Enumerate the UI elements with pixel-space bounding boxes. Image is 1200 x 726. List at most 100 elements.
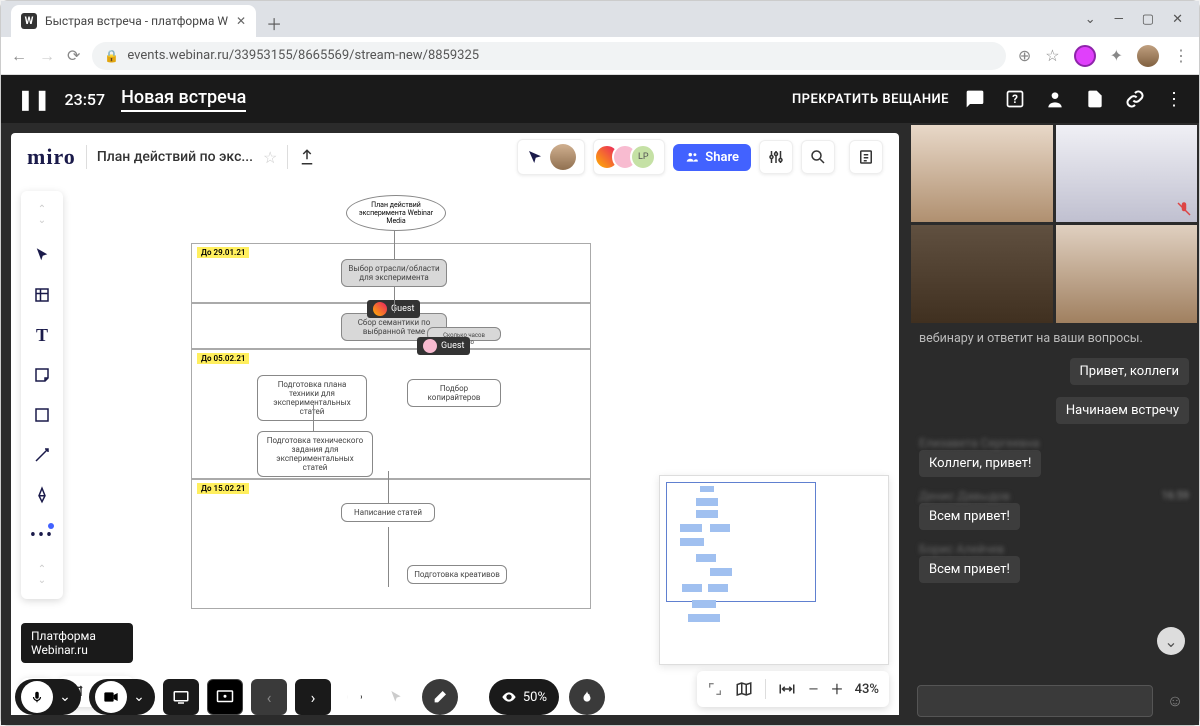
meeting-title[interactable]: Новая встреча bbox=[121, 87, 246, 112]
url-field[interactable]: 🔒 events.webinar.ru/33953155/8665569/str… bbox=[92, 42, 1005, 70]
chat-message: Коллеги, привет! bbox=[919, 450, 1041, 477]
share-button[interactable]: Share bbox=[673, 144, 751, 171]
extensions-puzzle-icon[interactable]: ✦ bbox=[1110, 46, 1123, 65]
collaborators-group[interactable]: LP bbox=[593, 139, 665, 175]
minimize-icon[interactable]: ― bbox=[1114, 12, 1124, 27]
star-icon[interactable]: ☆ bbox=[263, 148, 277, 167]
chat-time: 16:59 bbox=[1162, 489, 1189, 503]
viewers-indicator[interactable]: 50% bbox=[489, 679, 559, 715]
shape-tool-icon[interactable] bbox=[26, 399, 58, 431]
stop-broadcast-button[interactable]: ПРЕКРАТИТЬ ВЕЩАНИЕ bbox=[792, 92, 949, 107]
miro-logo: miro bbox=[27, 144, 76, 170]
board-name[interactable]: План действий по экс... bbox=[97, 149, 253, 165]
tab-close-icon[interactable]: ✕ bbox=[236, 14, 246, 28]
chevron-down-icon[interactable]: ⌄ bbox=[1085, 12, 1096, 27]
sticky-note-icon[interactable] bbox=[26, 359, 58, 391]
more-menu-icon[interactable]: ⋮ bbox=[1165, 89, 1183, 110]
browser-tab[interactable]: W Быстрая встреча - платформа W ✕ bbox=[11, 5, 256, 37]
link-icon[interactable] bbox=[1125, 89, 1145, 109]
cursor-avatar-group[interactable] bbox=[517, 139, 585, 175]
mic-icon[interactable] bbox=[21, 681, 53, 713]
text-tool-icon[interactable]: T bbox=[26, 319, 58, 351]
eye-icon bbox=[501, 689, 517, 705]
flow-node[interactable]: Подготовка технического задания для эксп… bbox=[257, 431, 373, 477]
more-tools-icon[interactable]: ••• bbox=[26, 519, 58, 551]
screen-share-icon[interactable] bbox=[163, 679, 199, 715]
back-icon[interactable]: ← bbox=[11, 46, 27, 66]
map-icon[interactable] bbox=[735, 680, 753, 698]
extension-icon[interactable] bbox=[1074, 45, 1096, 67]
video-tile[interactable] bbox=[911, 225, 1053, 322]
send-tab-icon[interactable]: ⊕ bbox=[1018, 46, 1031, 65]
bookmark-star-icon[interactable]: ☆ bbox=[1045, 46, 1059, 65]
window-controls: ⌄ ― ▢ ✕ bbox=[1085, 1, 1199, 37]
avatar: LP bbox=[630, 144, 656, 170]
profile-avatar[interactable] bbox=[1137, 45, 1159, 67]
chat-message: Всем привет! bbox=[919, 503, 1020, 530]
scroll-down-button[interactable]: ⌄ bbox=[1157, 627, 1185, 655]
camera-chevron-icon[interactable]: ⌄ bbox=[129, 681, 149, 713]
date-tag: До 05.02.21 bbox=[197, 353, 249, 364]
video-tile[interactable] bbox=[1056, 125, 1198, 222]
prev-slide-icon[interactable]: ‹ bbox=[251, 679, 287, 715]
fullscreen-icon[interactable] bbox=[707, 681, 723, 697]
search-icon[interactable] bbox=[801, 140, 835, 174]
toolbar-extensions: ⊕ ☆ ✦ ⋮ bbox=[1018, 45, 1189, 67]
tab-strip: W Быстрая встреча - платформа W ✕ ＋ ⌄ ― … bbox=[1, 1, 1199, 37]
notes-icon[interactable] bbox=[849, 140, 883, 174]
browser-menu-icon[interactable]: ⋮ bbox=[1173, 46, 1189, 65]
line-tool-icon[interactable] bbox=[26, 439, 58, 471]
forward-icon[interactable]: → bbox=[39, 46, 55, 66]
pen-tool-icon[interactable] bbox=[26, 479, 58, 511]
miro-zoom-bar: − + 43% bbox=[697, 671, 889, 707]
zoom-level[interactable]: 43% bbox=[855, 682, 879, 697]
person-icon[interactable] bbox=[1045, 89, 1065, 109]
video-tile[interactable] bbox=[1056, 225, 1198, 322]
presentation-icon[interactable] bbox=[207, 679, 243, 715]
video-grid bbox=[909, 123, 1199, 325]
right-sidebar: вебинару и ответит на ваши вопросы. Прив… bbox=[909, 123, 1199, 725]
flow-node[interactable]: Подготовка креативов bbox=[407, 565, 507, 584]
chat-input-row: ☺ bbox=[909, 677, 1199, 725]
maximize-icon[interactable]: ▢ bbox=[1142, 12, 1154, 27]
video-tile[interactable] bbox=[911, 125, 1053, 222]
new-tab-button[interactable]: ＋ bbox=[260, 9, 288, 37]
flow-node[interactable]: Написание статей bbox=[341, 503, 435, 522]
settings-sliders-icon[interactable] bbox=[759, 140, 793, 174]
zoom-in-icon[interactable]: + bbox=[831, 677, 842, 701]
select-tool-icon[interactable] bbox=[26, 239, 58, 271]
flow-title-node[interactable]: План действий эксперимента Webinar Media bbox=[346, 195, 446, 231]
frame-tool-icon[interactable] bbox=[26, 279, 58, 311]
next-slide-icon[interactable]: › bbox=[295, 679, 331, 715]
chat-icon[interactable] bbox=[965, 89, 985, 109]
fire-icon[interactable] bbox=[569, 679, 605, 715]
expand-icon[interactable]: ⌃⌄ bbox=[26, 559, 58, 591]
date-tag: До 29.01.21 bbox=[197, 247, 249, 258]
fit-width-icon[interactable] bbox=[778, 680, 796, 698]
seek-handle[interactable] bbox=[347, 690, 361, 704]
camera-icon[interactable] bbox=[95, 681, 127, 713]
pause-icon[interactable]: ❚❚ bbox=[17, 87, 51, 111]
seek-slider[interactable] bbox=[347, 695, 362, 699]
pointer-tool-icon[interactable] bbox=[378, 679, 414, 715]
mic-chevron-icon[interactable]: ⌄ bbox=[55, 681, 75, 713]
flow-node[interactable]: Подбор копирайтеров bbox=[407, 379, 501, 407]
help-icon[interactable]: ? bbox=[1005, 89, 1025, 109]
flow-node[interactable]: Выбор отрасли/области для эксперимента bbox=[341, 259, 447, 287]
reload-icon[interactable]: ⟳ bbox=[67, 46, 80, 65]
flow-node[interactable]: Подготовка плана техники для эксперимент… bbox=[257, 375, 367, 421]
zoom-out-icon[interactable]: − bbox=[808, 677, 819, 701]
window-close-icon[interactable]: ✕ bbox=[1172, 12, 1183, 27]
chat-message: Привет, коллеги bbox=[1070, 358, 1189, 385]
document-icon[interactable] bbox=[1085, 89, 1105, 109]
collapse-icon[interactable]: ⌃⌄ bbox=[26, 199, 58, 231]
emoji-icon[interactable]: ☺ bbox=[1159, 685, 1191, 717]
minimap[interactable] bbox=[659, 475, 889, 665]
webinar-top-bar: ❚❚ 23:57 Новая встреча ПРЕКРАТИТЬ ВЕЩАНИ… bbox=[1, 75, 1199, 123]
chat-author: Елизавета Сергеевна bbox=[919, 436, 1189, 450]
export-icon[interactable] bbox=[298, 148, 316, 166]
mic-control: ⌄ bbox=[15, 679, 81, 715]
eraser-icon[interactable] bbox=[422, 679, 458, 715]
chat-input[interactable] bbox=[917, 685, 1153, 717]
miro-canvas[interactable]: ⌃⌄ T ••• ⌃⌄ План дейс bbox=[11, 181, 899, 715]
